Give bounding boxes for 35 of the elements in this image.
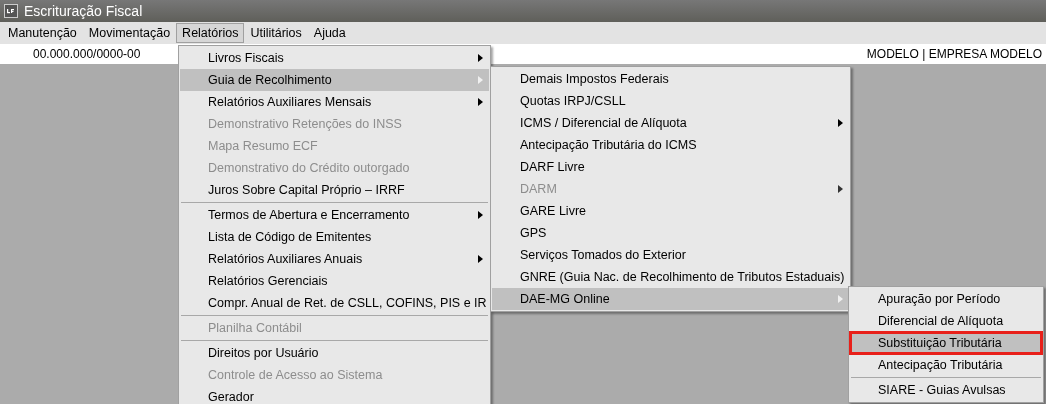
menu-item[interactable]: GPS <box>492 222 849 244</box>
menu-item[interactable]: SIARE - Guias Avulsas <box>850 379 1042 401</box>
menu-bar-item[interactable]: Relatórios <box>176 23 245 43</box>
menu-bar-item[interactable]: Ajuda <box>307 23 352 43</box>
menu-item[interactable]: Quotas IRPJ/CSLL <box>492 90 849 112</box>
menu-item[interactable]: Apuração por Período <box>850 288 1042 310</box>
company-name-text: MODELO | EMPRESA MODELO <box>866 47 1042 61</box>
menu-bar-item[interactable]: Utilitários <box>244 23 308 43</box>
menu-item[interactable]: Substituição Tributária <box>850 332 1042 354</box>
menu-item[interactable]: Lista de Código de Emitentes <box>180 226 489 248</box>
menu-item[interactable]: DARF Livre <box>492 156 849 178</box>
menu-item[interactable]: Antecipação Tributária <box>850 354 1042 376</box>
menu-item[interactable]: Juros Sobre Capital Próprio – IRRF <box>180 179 489 201</box>
menu-item[interactable]: Gerador <box>180 386 489 404</box>
menu-item[interactable]: Compr. Anual de Ret. de CSLL, COFINS, PIS e IR <box>180 292 489 314</box>
app-icon <box>4 4 18 18</box>
menu-item[interactable]: Relatórios Gerenciais <box>180 270 489 292</box>
menu-item[interactable]: GARE Livre <box>492 200 849 222</box>
menu-item[interactable]: Antecipação Tributária do ICMS <box>492 134 849 156</box>
menu-item[interactable]: Demais Impostos Federais <box>492 68 849 90</box>
window-title: Escrituração Fiscal <box>24 3 143 19</box>
menu-item[interactable]: Guia de Recolhimento <box>180 69 489 91</box>
menu-item[interactable]: DAE-MG Online <box>492 288 849 310</box>
menu-item[interactable]: ICMS / Diferencial de Alíquota <box>492 112 849 134</box>
menu-item[interactable]: Serviços Tomados do Exterior <box>492 244 849 266</box>
menu-bar-item[interactable]: Movimentação <box>82 23 177 43</box>
menu-item[interactable]: Relatórios Auxiliares Anuais <box>180 248 489 270</box>
menu-item[interactable]: Diferencial de Alíquota <box>850 310 1042 332</box>
menu-bar-item[interactable]: Manutenção <box>2 23 83 43</box>
menu-item[interactable]: GNRE (Guia Nac. de Recolhimento de Tributos Estaduais) <box>492 266 849 288</box>
menu-item[interactable]: Livros Fiscais <box>180 47 489 69</box>
company-id-text: 00.000.000/0000-00 <box>33 47 141 61</box>
menu-item[interactable]: Direitos por Usuário <box>180 342 489 364</box>
menu-item[interactable]: Relatórios Auxiliares Mensais <box>180 91 489 113</box>
menu-item[interactable]: Termos de Abertura e Encerramento <box>180 204 489 226</box>
